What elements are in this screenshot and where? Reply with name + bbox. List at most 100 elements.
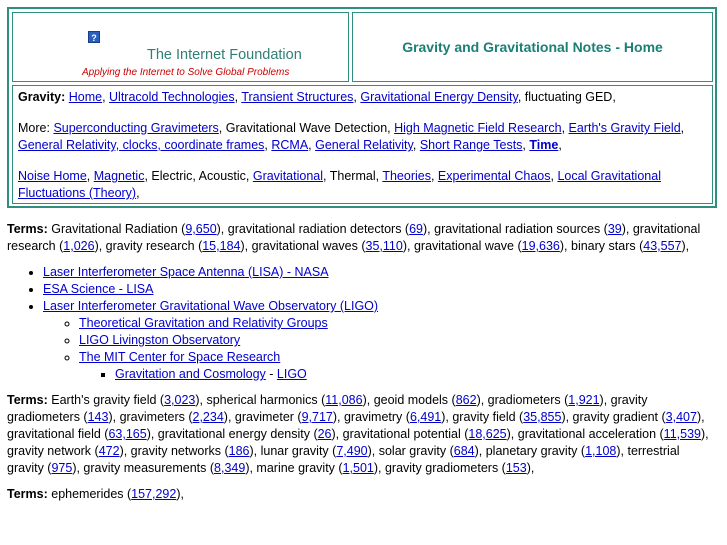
term-text: gravity gradiometers (: [384, 461, 506, 475]
list-item: Laser Interferometer Space Antenna (LISA…: [43, 264, 717, 281]
term-count-link[interactable]: 684: [454, 444, 475, 458]
term-text: lunar gravity (: [260, 444, 337, 458]
term-count-link[interactable]: 19,636: [522, 239, 560, 253]
earth-gravity-link[interactable]: Earth's Gravity Field: [569, 121, 681, 135]
term-text: gradiometers (: [487, 393, 569, 407]
term-count-link[interactable]: 9,650: [185, 222, 216, 236]
term-count-link[interactable]: 69: [409, 222, 423, 236]
term-text: gravity gradient (: [572, 410, 666, 424]
gravity-nav: Gravity: Home, Ultracold Technologies, T…: [18, 90, 616, 104]
term-text: gravimeters (: [119, 410, 193, 424]
separator: -: [265, 367, 277, 381]
term-text: gravitational energy density (: [157, 427, 318, 441]
term-text: gravitational field (: [7, 427, 109, 441]
superconducting-link[interactable]: Superconducting Gravimeters: [53, 121, 218, 135]
term-count-link[interactable]: 35,110: [366, 239, 403, 253]
magnetic-link[interactable]: Magnetic: [94, 169, 145, 183]
list-item: Theoretical Gravitation and Relativity G…: [79, 315, 717, 332]
term-text: gravimeter (: [234, 410, 302, 424]
term-count-link[interactable]: 3,407: [666, 410, 697, 424]
noise-text: , Electric, Acoustic,: [144, 169, 253, 183]
terms-label: Terms:: [7, 393, 48, 407]
term-count-link[interactable]: 7,490: [336, 444, 367, 458]
theories-link[interactable]: Theories: [382, 169, 431, 183]
term-count-link[interactable]: 9,717: [302, 410, 333, 424]
term-count-link[interactable]: 39: [608, 222, 622, 236]
gravity-tail: , fluctuating GED,: [517, 90, 616, 104]
term-count-link[interactable]: 43,557: [643, 239, 681, 253]
nav-ultracold-link[interactable]: Ultracold Technologies: [109, 90, 235, 104]
short-range-link[interactable]: Short Range Tests: [420, 138, 523, 152]
help-icon[interactable]: ?: [88, 31, 100, 43]
term-count-link[interactable]: 11,086: [325, 393, 362, 407]
term-count-link[interactable]: 2,234: [193, 410, 224, 424]
page-title: Gravity and Gravitational Notes - Home: [402, 39, 663, 55]
list-item: The MIT Center for Space Research Gravit…: [79, 349, 717, 383]
term-text: gravitational radiation sources (: [434, 222, 608, 236]
term-count-link[interactable]: 975: [51, 461, 72, 475]
terms-gravity-field: Terms: Earth's gravity field (3,023), sp…: [7, 393, 709, 475]
magnetic-field-link[interactable]: High Magnetic Field Research: [394, 121, 561, 135]
term-count-link[interactable]: 15,184: [202, 239, 240, 253]
term-text: gravitational radiation detectors (: [227, 222, 410, 236]
gravitational-link[interactable]: Gravitational: [253, 169, 323, 183]
term-count-link[interactable]: 18,625: [468, 427, 506, 441]
mit-csr-link[interactable]: The MIT Center for Space Research: [79, 350, 280, 364]
livingston-link[interactable]: LIGO Livingston Observatory: [79, 333, 240, 347]
term-text: gravity network (: [7, 444, 99, 458]
noise-home-link[interactable]: Noise Home: [18, 169, 87, 183]
list-item: ESA Science - LISA: [43, 281, 717, 298]
nav-transient-link[interactable]: Transient Structures: [241, 90, 353, 104]
time-link[interactable]: Time: [529, 138, 558, 152]
term-count-link[interactable]: 1,026: [63, 239, 94, 253]
more-text: , Gravitational Wave Detection,: [218, 121, 395, 135]
chaos-link[interactable]: Experimental Chaos: [438, 169, 551, 183]
relativity-clocks-link[interactable]: General Relativity, clocks, coordinate f…: [18, 138, 264, 152]
term-count-link[interactable]: 186: [229, 444, 250, 458]
terms-label: Terms:: [7, 222, 48, 236]
term-count-link[interactable]: 6,491: [410, 410, 441, 424]
term-text: marine gravity (: [256, 461, 343, 475]
term-count-link[interactable]: 153: [506, 461, 527, 475]
term-count-link[interactable]: 35,855: [523, 410, 561, 424]
cosmology-ligo-link[interactable]: LIGO: [277, 367, 307, 381]
term-count-link[interactable]: 143: [88, 410, 109, 424]
term-text: gravitational wave (: [413, 239, 522, 253]
terms-ephemerides: Terms: ephemerides (157,292),: [7, 487, 184, 501]
general-relativity-link[interactable]: General Relativity: [315, 138, 413, 152]
esa-lisa-link[interactable]: ESA Science - LISA: [43, 282, 153, 296]
nav-energy-density-link[interactable]: Gravitational Energy Density: [360, 90, 517, 104]
term-count-link[interactable]: 11,539: [664, 427, 701, 441]
rcma-link[interactable]: RCMA: [271, 138, 308, 152]
theoretical-groups-link[interactable]: Theoretical Gravitation and Relativity G…: [79, 316, 328, 330]
term-text: ephemerides (: [51, 487, 132, 501]
foundation-name: The Internet Foundation: [147, 47, 302, 63]
mit-sublist: Gravitation and Cosmology - LIGO: [79, 366, 717, 383]
term-count-link[interactable]: 862: [456, 393, 477, 407]
term-count-link[interactable]: 1,108: [585, 444, 616, 458]
nav-cell: Gravity: Home, Ultracold Technologies, T…: [12, 85, 713, 204]
ligo-link[interactable]: Laser Interferometer Gravitational Wave …: [43, 299, 378, 313]
term-count-link[interactable]: 472: [99, 444, 120, 458]
term-text: gravity research (: [105, 239, 203, 253]
lisa-nasa-link[interactable]: Laser Interferometer Space Antenna (LISA…: [43, 265, 329, 279]
terms-gravitational-radiation: Terms: Gravitational Radiation (9,650), …: [7, 222, 701, 253]
term-count-link[interactable]: 3,023: [164, 393, 195, 407]
term-text: solar gravity (: [378, 444, 454, 458]
term-count-link[interactable]: 8,349: [214, 461, 245, 475]
term-text: gravity field (: [452, 410, 524, 424]
term-count-link[interactable]: 1,921: [568, 393, 599, 407]
term-text: gravity networks (: [130, 444, 229, 458]
ligo-sublist: Theoretical Gravitation and Relativity G…: [43, 315, 717, 383]
term-text: spherical harmonics (: [206, 393, 326, 407]
term-count-link[interactable]: 1,501: [343, 461, 374, 475]
term-text: gravimetry (: [343, 410, 410, 424]
cosmology-link[interactable]: Gravitation and Cosmology: [115, 367, 266, 381]
term-count-link[interactable]: 26: [318, 427, 332, 441]
term-count-link[interactable]: 63,165: [108, 427, 146, 441]
term-count-link[interactable]: 157,292: [131, 487, 176, 501]
nav-home-link[interactable]: Home: [69, 90, 102, 104]
term-text: gravity measurements (: [83, 461, 215, 475]
tagline: Applying the Internet to Solve Global Pr…: [82, 67, 290, 78]
title-cell: Gravity and Gravitational Notes - Home: [352, 12, 713, 82]
